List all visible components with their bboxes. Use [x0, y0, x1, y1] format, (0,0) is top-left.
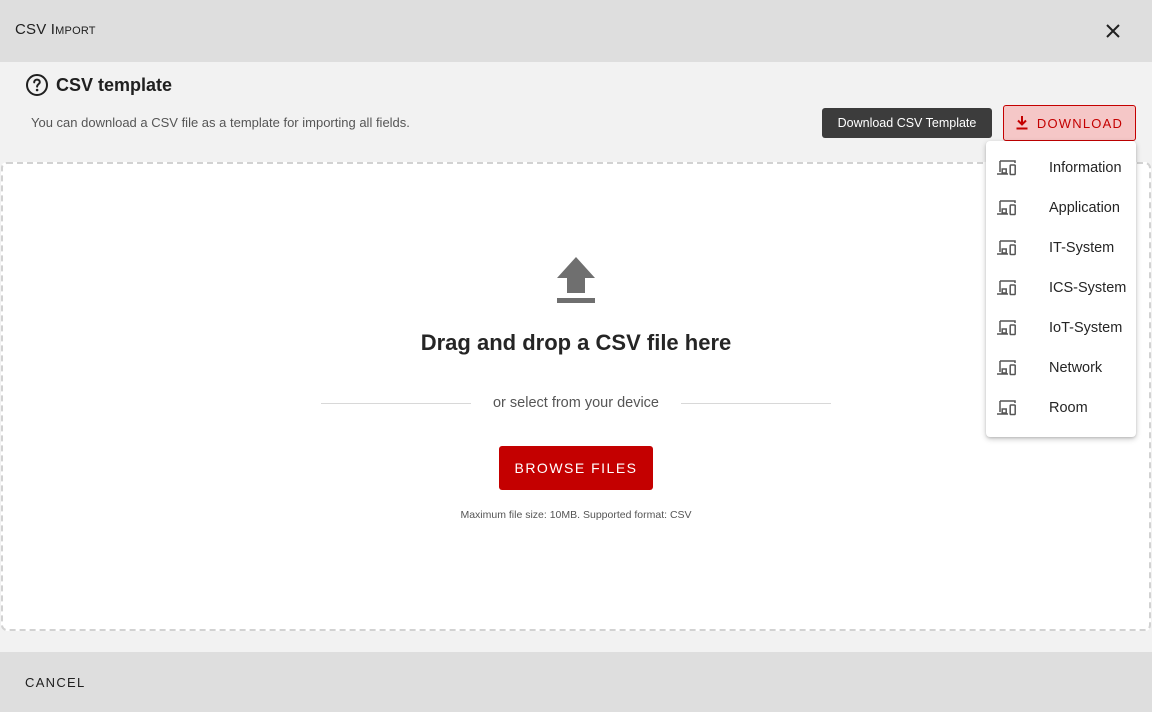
section-description: You can download a CSV file as a templat… [31, 115, 410, 130]
or-select-text: or select from your device [492, 395, 659, 411]
menu-item-label: IT-System [1049, 240, 1115, 256]
download-button-label: DOWNLOAD [1036, 115, 1124, 131]
menu-item-label: IoT-System [1049, 320, 1123, 336]
file-size-hint: Maximum file size: 10MB. Supported forma… [460, 509, 692, 521]
download-button[interactable]: DOWNLOAD [1003, 105, 1136, 141]
browse-files-button[interactable]: BROWSE FILES [499, 446, 653, 490]
menu-item-label: Information [1049, 160, 1122, 176]
menu-item-iot-system[interactable]: IoT-System [986, 308, 1136, 348]
devices-icon [997, 360, 1016, 376]
devices-icon [997, 160, 1016, 176]
menu-item-ics-system[interactable]: ICS-System [986, 268, 1136, 308]
download-icon [1016, 116, 1028, 130]
menu-item-label: ICS-System [1049, 280, 1127, 296]
devices-icon [997, 200, 1016, 216]
devices-icon [997, 400, 1016, 416]
help-circle-icon [26, 74, 48, 96]
menu-item-label: Application [1049, 200, 1120, 216]
close-icon [1106, 24, 1120, 38]
cancel-button[interactable]: CANCEL [25, 675, 86, 690]
menu-item-room[interactable]: Room [986, 388, 1136, 428]
devices-icon [997, 320, 1016, 336]
download-menu: Information Application IT-System ICS-Sy… [986, 141, 1136, 437]
dialog-header: CSV Import [0, 0, 1152, 62]
menu-item-network[interactable]: Network [986, 348, 1136, 388]
section-title: CSV template [56, 74, 173, 95]
menu-item-application[interactable]: Application [986, 188, 1136, 228]
close-button[interactable] [1101, 19, 1125, 43]
dialog-title: CSV Import [15, 21, 96, 38]
menu-item-it-system[interactable]: IT-System [986, 228, 1136, 268]
dropzone-title: Drag and drop a CSV file here [420, 330, 732, 355]
menu-item-label: Network [1049, 360, 1103, 376]
upload-icon [557, 257, 595, 303]
section-header: CSV template [25, 72, 172, 98]
menu-item-information[interactable]: Information [986, 148, 1136, 188]
menu-item-label: Room [1049, 400, 1088, 416]
devices-icon [997, 280, 1016, 296]
devices-icon [997, 240, 1016, 256]
dialog-footer [0, 652, 1152, 712]
download-csv-template-button[interactable]: Download CSV Template [822, 108, 992, 138]
